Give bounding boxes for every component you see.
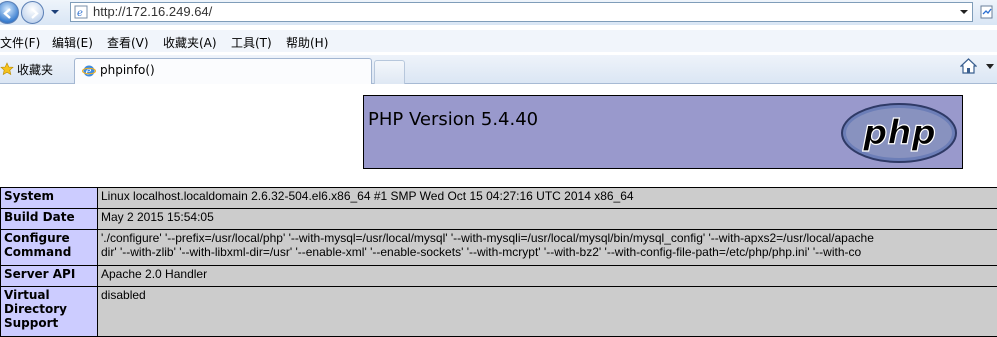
- ie-page-icon: e: [74, 5, 88, 19]
- compatibility-view-icon[interactable]: [979, 5, 995, 20]
- svg-text:e: e: [77, 8, 83, 19]
- tab-phpinfo[interactable]: e phpinfo(): [74, 58, 372, 84]
- back-arrow-icon: [2, 7, 15, 20]
- home-dropdown-icon[interactable]: [986, 64, 994, 70]
- table-row: Configure Command './configure' '--prefi…: [1, 230, 997, 266]
- row-key: Virtual Directory Support: [1, 287, 98, 337]
- new-tab-button[interactable]: [374, 60, 405, 84]
- menu-favorites[interactable]: 收藏夹(A): [163, 34, 217, 51]
- row-value-line-2: dir' '--with-zlib' '--with-libxml-dir=/u…: [101, 245, 996, 259]
- home-icon[interactable]: [960, 58, 977, 74]
- row-value: './configure' '--prefix=/usr/local/php' …: [98, 230, 997, 266]
- page-content: PHP Version 5.4.40 php System Linux loca…: [0, 85, 997, 336]
- row-value: disabled: [98, 287, 997, 337]
- address-dropdown-icon[interactable]: [959, 7, 969, 17]
- php-version-header: PHP Version 5.4.40 php: [363, 95, 963, 169]
- row-key: Configure Command: [1, 230, 98, 266]
- menu-edit[interactable]: 编辑(E): [52, 34, 93, 51]
- php-logo: php: [840, 102, 958, 164]
- menu-file[interactable]: 文件(F): [0, 34, 40, 51]
- forward-arrow-icon: [27, 7, 40, 20]
- row-key: System: [1, 188, 98, 209]
- svg-text:php: php: [862, 113, 936, 153]
- forward-button[interactable]: [21, 1, 44, 24]
- row-key: Build Date: [1, 209, 98, 230]
- url-text[interactable]: http://172.16.249.64/: [93, 4, 212, 19]
- table-row: Build Date May 2 2015 15:54:05: [1, 209, 997, 230]
- favorites-star-icon[interactable]: [0, 62, 14, 76]
- row-value-line-1: './configure' '--prefix=/usr/local/php' …: [101, 231, 996, 245]
- table-row: System Linux localhost.localdomain 2.6.3…: [1, 188, 997, 209]
- php-version-title: PHP Version 5.4.40: [368, 109, 538, 130]
- favorites-button[interactable]: 收藏夹: [17, 61, 53, 78]
- table-row: Server API Apache 2.0 Handler: [1, 266, 997, 287]
- row-key: Server API: [1, 266, 98, 287]
- table-row: Virtual Directory Support disabled: [1, 287, 997, 337]
- address-field[interactable]: e http://172.16.249.64/: [70, 2, 973, 22]
- ie-tab-icon: e: [82, 64, 96, 78]
- menu-view[interactable]: 查看(V): [107, 34, 149, 51]
- menu-bar: 文件(F) 编辑(E) 查看(V) 收藏夹(A) 工具(T) 帮助(H): [0, 30, 997, 52]
- tab-title: phpinfo(): [100, 63, 155, 77]
- address-bar-row: e http://172.16.249.64/: [0, 0, 997, 25]
- menu-help[interactable]: 帮助(H): [286, 34, 328, 51]
- menu-tools[interactable]: 工具(T): [231, 34, 272, 51]
- php-info-table: System Linux localhost.localdomain 2.6.3…: [0, 187, 997, 337]
- back-button[interactable]: [0, 1, 19, 24]
- row-value: May 2 2015 15:54:05: [98, 209, 997, 230]
- row-value: Apache 2.0 Handler: [98, 266, 997, 287]
- tab-bar: 收藏夹 e phpinfo(): [0, 55, 997, 84]
- history-dropdown-icon[interactable]: [49, 6, 61, 18]
- row-value: Linux localhost.localdomain 2.6.32-504.e…: [98, 188, 997, 209]
